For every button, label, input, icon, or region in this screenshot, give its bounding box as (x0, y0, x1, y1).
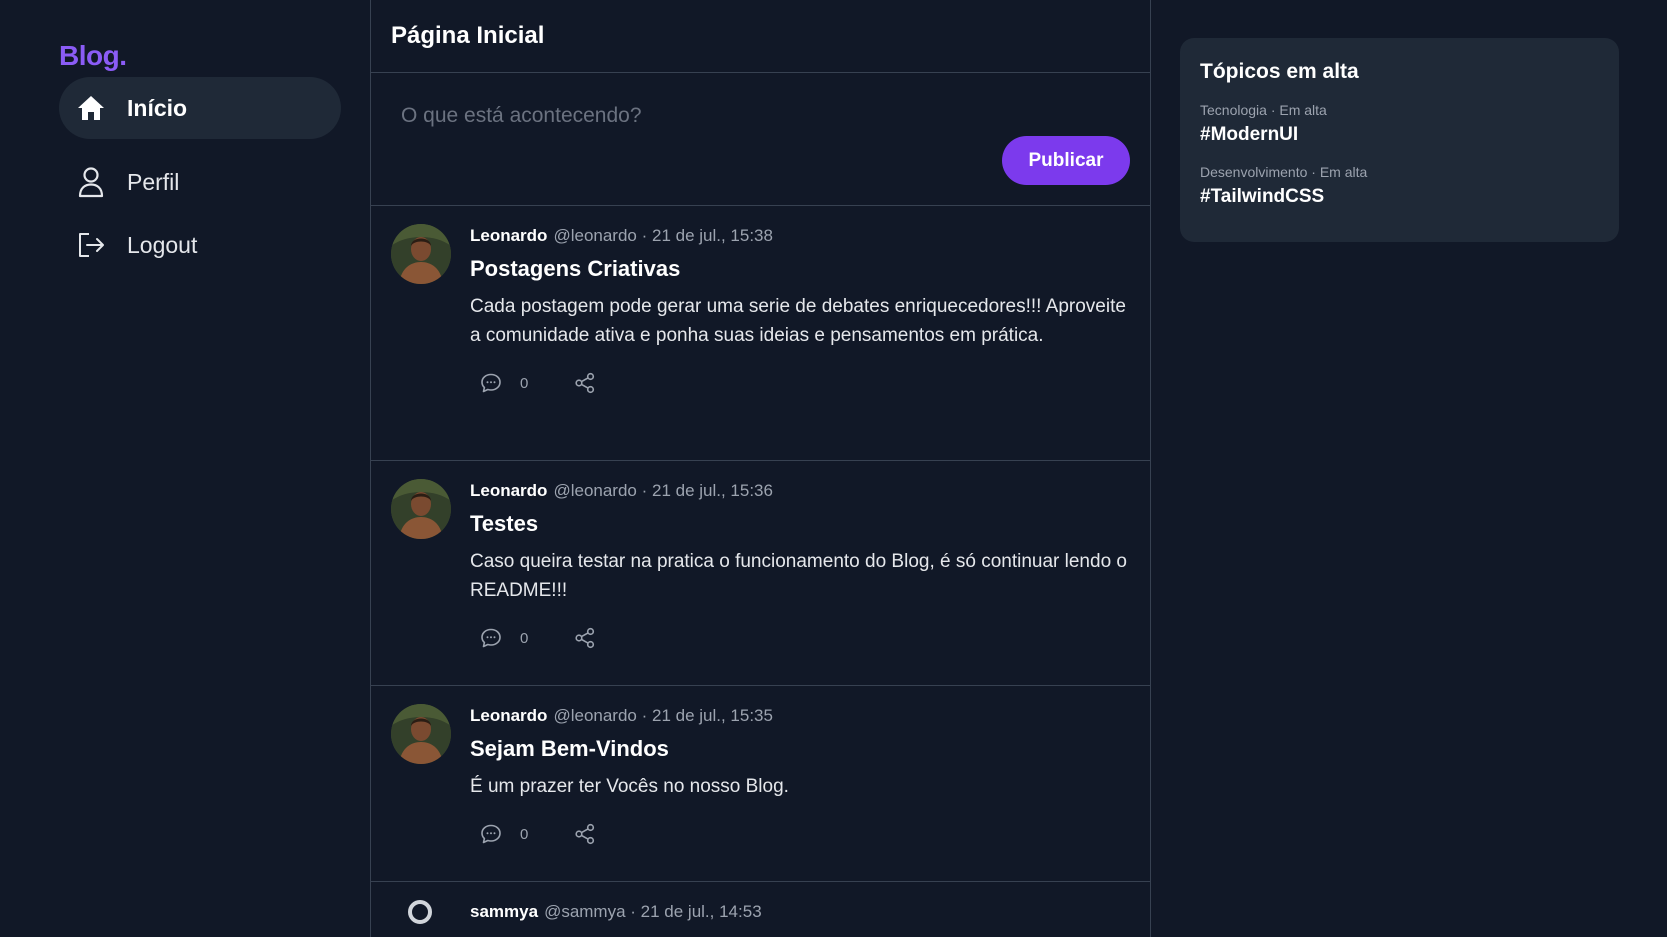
post-handle-date: @leonardo · 21 de jul., 15:38 (553, 226, 773, 245)
post-item: Leonardo @leonardo · 21 de jul., 15:38 Po… (371, 206, 1150, 461)
share-icon (575, 823, 595, 845)
post-title: Sejam Bem-Vindos (470, 736, 669, 761)
post-handle-date: @sammya · 21 de jul., 14:53 (544, 902, 762, 921)
comment-button[interactable]: 0 (480, 823, 528, 845)
post-handle-date: @leonardo · 21 de jul., 15:36 (553, 481, 773, 500)
post-item: sammya @sammya · 21 de jul., 14:53 (371, 882, 1150, 937)
comment-button[interactable]: 0 (480, 627, 528, 649)
comment-button[interactable]: 0 (480, 372, 528, 394)
post-composer: Publicar (371, 73, 1150, 206)
post-body: Caso queira testar na pratica o funciona… (470, 551, 1127, 601)
sidebar-item-label: Perfil (127, 168, 180, 195)
post-item: Leonardo @leonardo · 21 de jul., 15:36 Te… (371, 461, 1150, 686)
post-content: sammya @sammya · 21 de jul., 14:53 (470, 902, 1130, 922)
post-handle-date: @leonardo · 21 de jul., 15:35 (553, 706, 773, 725)
post-meta: Leonardo @leonardo · 21 de jul., 15:36 (470, 481, 1130, 501)
trend-item[interactable]: Tecnologia · Em alta #ModernUI (1200, 102, 1599, 146)
avatar[interactable] (391, 224, 451, 284)
trending-topics-card: Tópicos em alta Tecnologia · Em alta #Mo… (1180, 38, 1619, 242)
post-title: Testes (470, 511, 539, 536)
sidebar: Blog. Início Perfil Logout (0, 0, 370, 937)
sidebar-item-inicio[interactable]: Início (59, 77, 341, 139)
post-actions: 0 (480, 372, 1130, 394)
main-feed: Página Inicial Publicar Leonardo @leonard… (370, 0, 1151, 937)
main-header: Página Inicial (371, 0, 1150, 73)
sidebar-item-label: Início (127, 94, 188, 121)
post-input[interactable] (399, 93, 1123, 139)
trend-tag: #TailwindCSS (1200, 186, 1325, 207)
avatar[interactable] (391, 704, 451, 764)
share-button[interactable] (574, 372, 596, 394)
logo[interactable]: Blog. (59, 40, 127, 72)
post-actions: 0 (480, 823, 1130, 845)
post-author[interactable]: sammya (470, 902, 538, 921)
comment-icon (481, 824, 501, 844)
comment-icon (481, 373, 501, 393)
post-title: Postagens Criativas (470, 256, 681, 281)
post-meta: sammya @sammya · 21 de jul., 14:53 (470, 902, 1130, 922)
sidebar-item-logout[interactable]: Logout (59, 214, 341, 276)
trend-item[interactable]: Desenvolvimento · Em alta #TailwindCSS (1200, 164, 1599, 208)
post-content: Leonardo @leonardo · 21 de jul., 15:36 Te… (470, 481, 1130, 649)
post-meta: Leonardo @leonardo · 21 de jul., 15:35 (470, 706, 1130, 726)
comment-count: 0 (520, 374, 529, 392)
trending-title: Tópicos em alta (1200, 60, 1359, 83)
post-author[interactable]: Leonardo (470, 226, 547, 245)
share-icon (575, 627, 595, 649)
sidebar-item-label: Logout (127, 231, 198, 258)
avatar[interactable] (391, 479, 451, 539)
trend-category: Tecnologia · Em alta (1200, 102, 1327, 118)
post-content: Leonardo @leonardo · 21 de jul., 15:38 Po… (470, 226, 1130, 394)
page-title: Página Inicial (391, 22, 545, 49)
logout-icon (75, 229, 107, 261)
user-icon (75, 166, 107, 198)
home-icon (75, 92, 107, 124)
post-author[interactable]: Leonardo (470, 481, 547, 500)
comment-icon (481, 628, 501, 648)
post-meta: Leonardo @leonardo · 21 de jul., 15:38 (470, 226, 1130, 246)
comment-count: 0 (520, 825, 529, 843)
post-author[interactable]: Leonardo (470, 706, 547, 725)
share-button[interactable] (574, 627, 596, 649)
share-icon (575, 372, 595, 394)
publish-button[interactable]: Publicar (1002, 136, 1130, 185)
post-body: Cada postagem pode gerar uma serie de de… (470, 296, 1126, 346)
post-body: É um prazer ter Vocês no nosso Blog. (470, 776, 789, 797)
comment-count: 0 (520, 629, 529, 647)
post-content: Leonardo @leonardo · 21 de jul., 15:35 Se… (470, 706, 1130, 845)
trend-tag: #ModernUI (1200, 124, 1299, 145)
post-actions: 0 (480, 627, 1130, 649)
share-button[interactable] (574, 823, 596, 845)
post-item: Leonardo @leonardo · 21 de jul., 15:35 Se… (371, 686, 1150, 882)
avatar-placeholder[interactable] (408, 900, 432, 924)
app: Blog. Início Perfil Logout Página Inicia… (0, 0, 1667, 937)
trend-category: Desenvolvimento · Em alta (1200, 164, 1368, 180)
sidebar-item-perfil[interactable]: Perfil (59, 151, 341, 213)
